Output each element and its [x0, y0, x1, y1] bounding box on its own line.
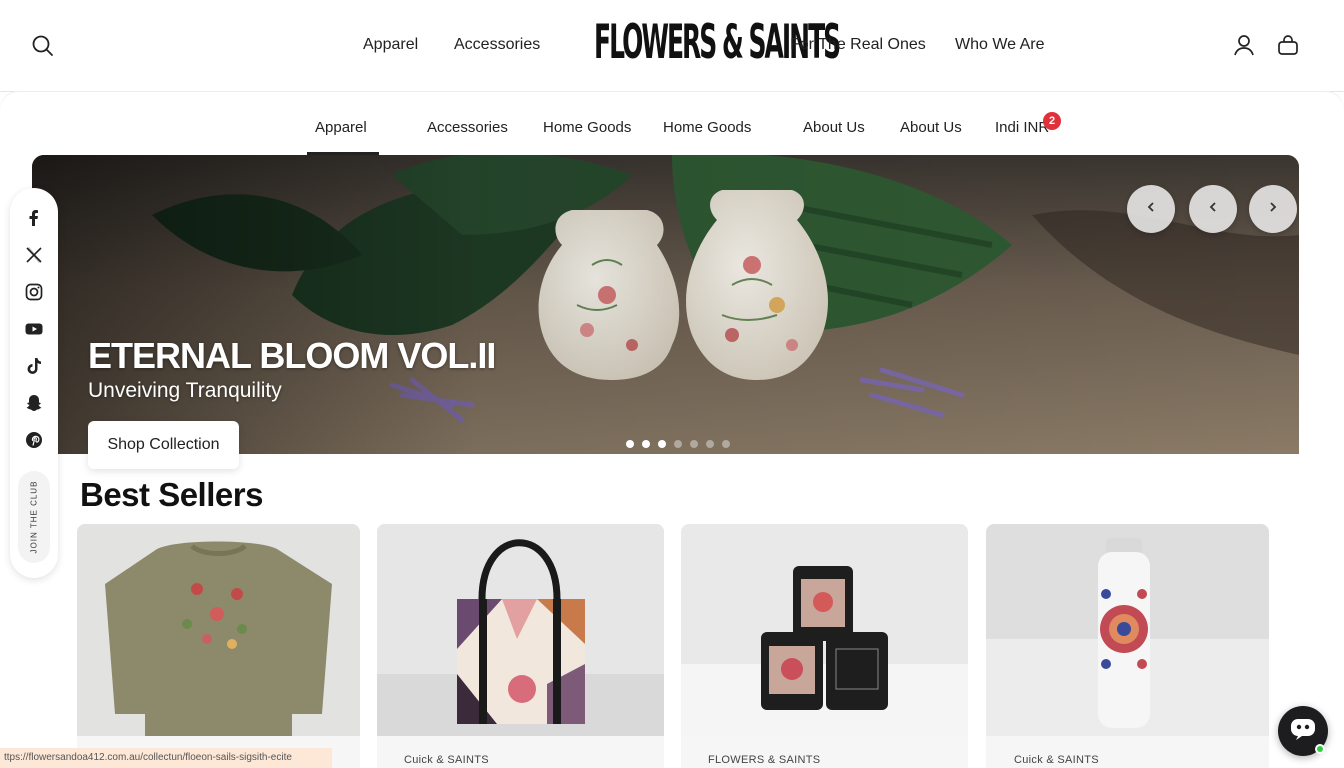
hero-image	[32, 155, 1299, 454]
carousel-dot[interactable]	[658, 440, 666, 448]
nav-accessories[interactable]: Accessories	[454, 36, 540, 54]
tab-apparel[interactable]: Apparel	[315, 119, 367, 136]
carousel-dot[interactable]	[642, 440, 650, 448]
top-header: Apparel Accessories FLOWERS & SAINTS For…	[0, 0, 1344, 92]
product-card[interactable]: Cuick & SAINTS	[377, 524, 664, 768]
secondary-nav: Apparel Accessories Home Goods Home Good…	[0, 92, 1344, 156]
cart-icon[interactable]	[1275, 32, 1301, 58]
shop-collection-button[interactable]: Shop Collection	[88, 421, 239, 469]
carousel-dots	[626, 440, 730, 448]
product-image-candles	[681, 524, 968, 736]
carousel-next-button[interactable]	[1249, 185, 1297, 233]
carousel-dot[interactable]	[626, 440, 634, 448]
facebook-icon[interactable]	[24, 208, 44, 228]
x-icon[interactable]	[24, 245, 44, 265]
product-brand: FLOWERS & SAINTS	[708, 754, 821, 766]
youtube-icon[interactable]	[24, 319, 44, 339]
product-image-tote-bag	[377, 524, 664, 736]
chevron-left-icon	[1207, 200, 1219, 218]
hero-subtitle: Unveiving Tranquility	[88, 379, 282, 402]
tab-accessories[interactable]: Accessories	[427, 119, 508, 136]
nav-who-we-are[interactable]: Who We Are	[955, 36, 1045, 54]
search-icon[interactable]	[30, 33, 56, 59]
carousel-dot[interactable]	[674, 440, 682, 448]
product-brand: Cuick & SAINTS	[1014, 754, 1099, 766]
nav-for-the-real-ones[interactable]: For The Real Ones	[790, 36, 926, 54]
currency-selector[interactable]: Indi INR	[995, 119, 1049, 136]
account-icon[interactable]	[1231, 32, 1257, 58]
join-the-club-label: JOIN THE CLUB	[29, 480, 39, 554]
carousel-prev-button[interactable]	[1127, 185, 1175, 233]
tiktok-icon[interactable]	[24, 356, 44, 376]
snapchat-icon[interactable]	[24, 393, 44, 413]
product-card[interactable]	[77, 524, 360, 768]
product-image-water-bottle	[986, 524, 1269, 736]
social-sidebar: JOIN THE CLUB	[10, 188, 58, 578]
carousel-prev-button-2[interactable]	[1189, 185, 1237, 233]
pinterest-icon[interactable]	[24, 430, 44, 450]
hero-title: ETERNAL BLOOM VOL.II	[88, 335, 496, 376]
nav-apparel[interactable]: Apparel	[363, 36, 418, 54]
tab-about-us[interactable]: About Us	[803, 119, 865, 136]
status-url: ttps://flowersandoa412.com.au/collectun/…	[0, 748, 332, 768]
tab-home-goods-2[interactable]: Home Goods	[663, 119, 751, 136]
join-the-club-button[interactable]: JOIN THE CLUB	[18, 471, 50, 563]
carousel-dot[interactable]	[706, 440, 714, 448]
product-brand: Cuick & SAINTS	[404, 754, 489, 766]
product-card[interactable]: FLOWERS & SAINTS	[681, 524, 968, 768]
tab-about-us-2[interactable]: About Us	[900, 119, 962, 136]
carousel-dot[interactable]	[690, 440, 698, 448]
chevron-left-icon	[1145, 200, 1157, 218]
best-sellers-heading: Best Sellers	[80, 476, 263, 513]
product-card[interactable]: Cuick & SAINTS	[986, 524, 1269, 768]
online-status-dot	[1315, 744, 1325, 754]
chat-icon	[1289, 717, 1317, 746]
hero-banner: ETERNAL BLOOM VOL.II Unveiving Tranquili…	[32, 155, 1299, 454]
instagram-icon[interactable]	[24, 282, 44, 302]
product-image-sweatshirt	[77, 524, 360, 736]
notification-badge: 2	[1043, 112, 1061, 130]
carousel-dot[interactable]	[722, 440, 730, 448]
logo[interactable]: FLOWERS & SAINTS	[594, 18, 841, 72]
chevron-right-icon	[1267, 200, 1279, 218]
tab-home-goods[interactable]: Home Goods	[543, 119, 631, 136]
